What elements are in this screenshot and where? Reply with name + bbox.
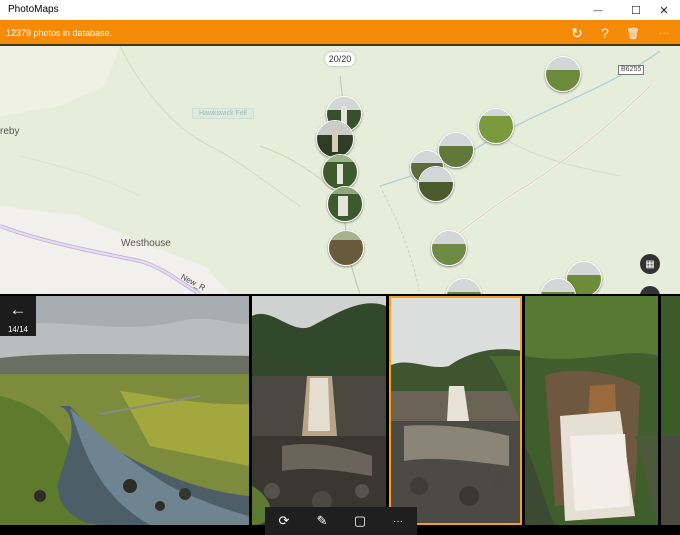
- window-title: PhotoMaps: [8, 4, 59, 15]
- photo-count-status: 12379 photos in database.: [6, 28, 113, 38]
- delete-icon[interactable]: 🗑: [619, 20, 647, 46]
- rotate-icon[interactable]: ⟳: [265, 507, 303, 535]
- photo-thumbnail[interactable]: ← 14/14: [0, 296, 249, 525]
- map-photo-pin[interactable]: [545, 56, 581, 92]
- photo-thumbnail-selected[interactable]: [389, 296, 522, 525]
- photo-thumbnail[interactable]: [661, 296, 680, 525]
- help-icon[interactable]: ?: [591, 20, 619, 46]
- map-photo-pin[interactable]: [327, 186, 363, 222]
- map-area-label: Hawkswick Fell: [192, 108, 254, 119]
- map-view[interactable]: 20/20 B6255 Hawkswick Fell Westhouse reb…: [0, 46, 680, 294]
- title-bar: PhotoMaps — ☐ ✕: [0, 0, 680, 20]
- minimize-button[interactable]: —: [582, 0, 614, 20]
- map-photo-pin[interactable]: [316, 120, 354, 158]
- app-bar: 12379 photos in database. ↻ ? 🗑 ···: [0, 20, 680, 46]
- map-photo-pin[interactable]: [540, 278, 576, 294]
- note-icon[interactable]: ▢: [341, 507, 379, 535]
- photo-thumbnail[interactable]: [252, 296, 386, 525]
- map-photo-pin[interactable]: [418, 166, 454, 202]
- photo-position-label: 14/14: [0, 324, 36, 336]
- close-button[interactable]: ✕: [648, 0, 680, 20]
- refresh-icon[interactable]: ↻: [563, 20, 591, 46]
- road-sign: B6255: [618, 65, 645, 75]
- map-photo-pin[interactable]: [322, 154, 358, 190]
- photo-strip: ← 14/14: [0, 294, 680, 535]
- photo-thumbnail[interactable]: [525, 296, 658, 525]
- edit-pencil-icon[interactable]: ✎: [303, 507, 341, 535]
- map-photo-pin[interactable]: [478, 108, 514, 144]
- map-photo-pin[interactable]: [328, 230, 364, 266]
- map-layers-icon[interactable]: ▦: [640, 254, 660, 274]
- more-icon[interactable]: ···: [650, 20, 678, 46]
- back-arrow-icon[interactable]: ←: [0, 296, 36, 324]
- photo-counter-badge: 20/20: [325, 52, 355, 66]
- place-label-reby: reby: [0, 126, 20, 137]
- place-label-westhouse: Westhouse: [121, 238, 171, 249]
- map-photo-pin[interactable]: [431, 230, 467, 266]
- more-options-icon[interactable]: ···: [379, 507, 417, 535]
- map-photo-pin[interactable]: [446, 278, 482, 294]
- photo-toolbar: ⟳ ✎ ▢ ···: [265, 507, 417, 535]
